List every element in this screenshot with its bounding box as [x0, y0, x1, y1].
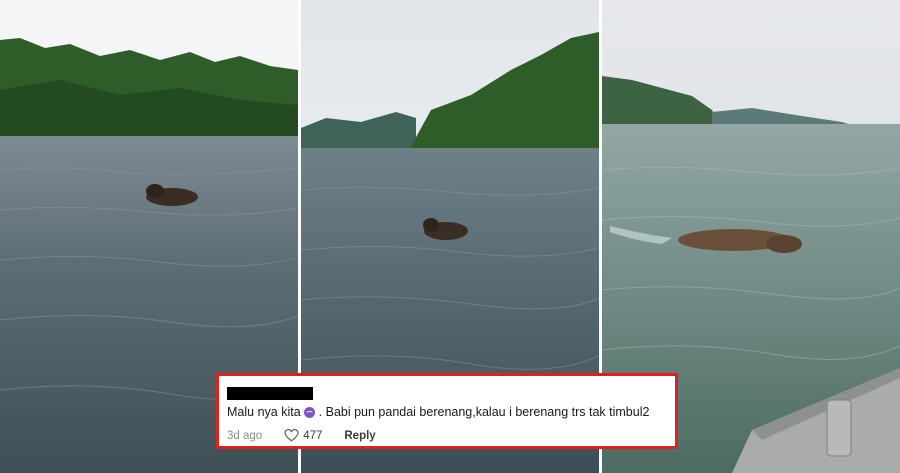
- smiling-emoji-icon: [303, 406, 315, 418]
- comment-meta: 3d ago 477 Reply: [227, 429, 376, 442]
- like-count: 477: [303, 429, 323, 442]
- comment-text-part-2: . Babi pun pandai berenang,kalau i beren…: [318, 405, 650, 419]
- comment-card: Malu nya kita . Babi pun pandai berenang…: [216, 373, 678, 449]
- heart-icon[interactable]: [284, 429, 299, 442]
- reply-button[interactable]: Reply: [344, 430, 375, 442]
- comment-age: 3d ago: [227, 429, 263, 442]
- comment-text-part-1: Malu nya kita: [227, 405, 301, 419]
- boat-cleat: [826, 399, 852, 457]
- comment-text: Malu nya kita . Babi pun pandai berenang…: [227, 405, 649, 419]
- redacted-username: [227, 387, 313, 400]
